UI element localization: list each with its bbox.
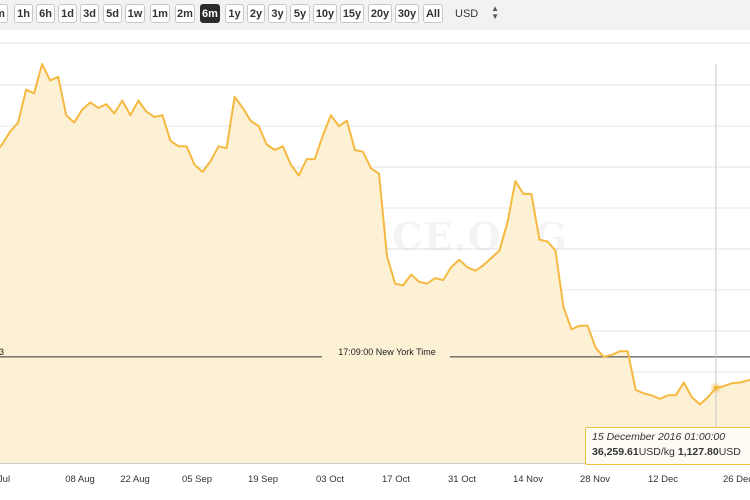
range-button-30y[interactable]: 30y: [395, 4, 419, 23]
currency-select[interactable]: USD ▲ ▼: [449, 4, 505, 23]
range-button-1m[interactable]: 1m: [150, 4, 170, 23]
left-edge-label: 3: [0, 347, 4, 357]
x-tick-label: 19 Sep: [248, 474, 278, 485]
range-button-all[interactable]: All: [423, 4, 443, 23]
x-tick-label: 08 Aug: [65, 474, 95, 485]
range-button-10y[interactable]: 10y: [313, 4, 337, 23]
x-tick-label: 03 Oct: [316, 474, 344, 485]
x-tick-label: 17 Oct: [382, 474, 410, 485]
currency-value: USD: [455, 7, 479, 20]
range-button-5d[interactable]: 5d: [103, 4, 122, 23]
price-area-fill: [0, 64, 750, 463]
range-button-5y[interactable]: 5y: [290, 4, 310, 23]
range-button-6m[interactable]: 6m: [200, 4, 220, 23]
tooltip-usd-per-oz-unit: USD: [718, 446, 741, 458]
range-button-2m[interactable]: 2m: [175, 4, 195, 23]
tooltip-values: 36,259.61USD/kg 1,127.80USD: [592, 446, 741, 458]
hover-point: [713, 385, 719, 391]
range-button-m[interactable]: m: [0, 4, 8, 23]
range-button-2y[interactable]: 2y: [247, 4, 265, 23]
tooltip-usd-per-kg-unit: USD/kg: [638, 446, 675, 458]
x-tick-label: 12 Dec: [648, 474, 678, 485]
price-tooltip: 15 December 2016 01:00:00 36,259.61USD/k…: [585, 427, 750, 465]
x-tick-label: Jul: [0, 474, 10, 485]
range-button-1y[interactable]: 1y: [225, 4, 244, 23]
x-tick-label: 31 Oct: [448, 474, 476, 485]
range-button-1d[interactable]: 1d: [58, 4, 77, 23]
range-button-15y[interactable]: 15y: [340, 4, 364, 23]
x-tick-label: 14 Nov: [513, 474, 543, 485]
ny-time-label: 17:09:00 New York Time: [338, 347, 436, 357]
x-tick-label: 05 Sep: [182, 474, 212, 485]
x-tick-label: 26 Dec: [723, 474, 750, 485]
tooltip-usd-per-oz: 1,127.80: [677, 446, 719, 458]
x-tick-label: 28 Nov: [580, 474, 610, 485]
gold-price-chart[interactable]: GOLDPRICE.ORG17:09:00 New York Time3Jul0…: [0, 30, 750, 500]
range-button-3d[interactable]: 3d: [80, 4, 99, 23]
range-button-3y[interactable]: 3y: [268, 4, 287, 23]
range-button-1h[interactable]: 1h: [14, 4, 33, 23]
time-range-toolbar: m 1h6h1d3d5d1w 1m 2m 6m 1y2y3y5y10y15y20y30yA…: [0, 0, 750, 30]
tooltip-date: 15 December 2016 01:00:00: [592, 431, 726, 443]
range-button-1w[interactable]: 1w: [125, 4, 145, 23]
tooltip-usd-per-kg: 36,259.61: [592, 446, 639, 458]
select-arrows-icon: ▲ ▼: [491, 4, 499, 21]
range-button-20y[interactable]: 20y: [368, 4, 392, 23]
x-tick-label: 22 Aug: [120, 474, 150, 485]
range-button-6h[interactable]: 6h: [36, 4, 55, 23]
